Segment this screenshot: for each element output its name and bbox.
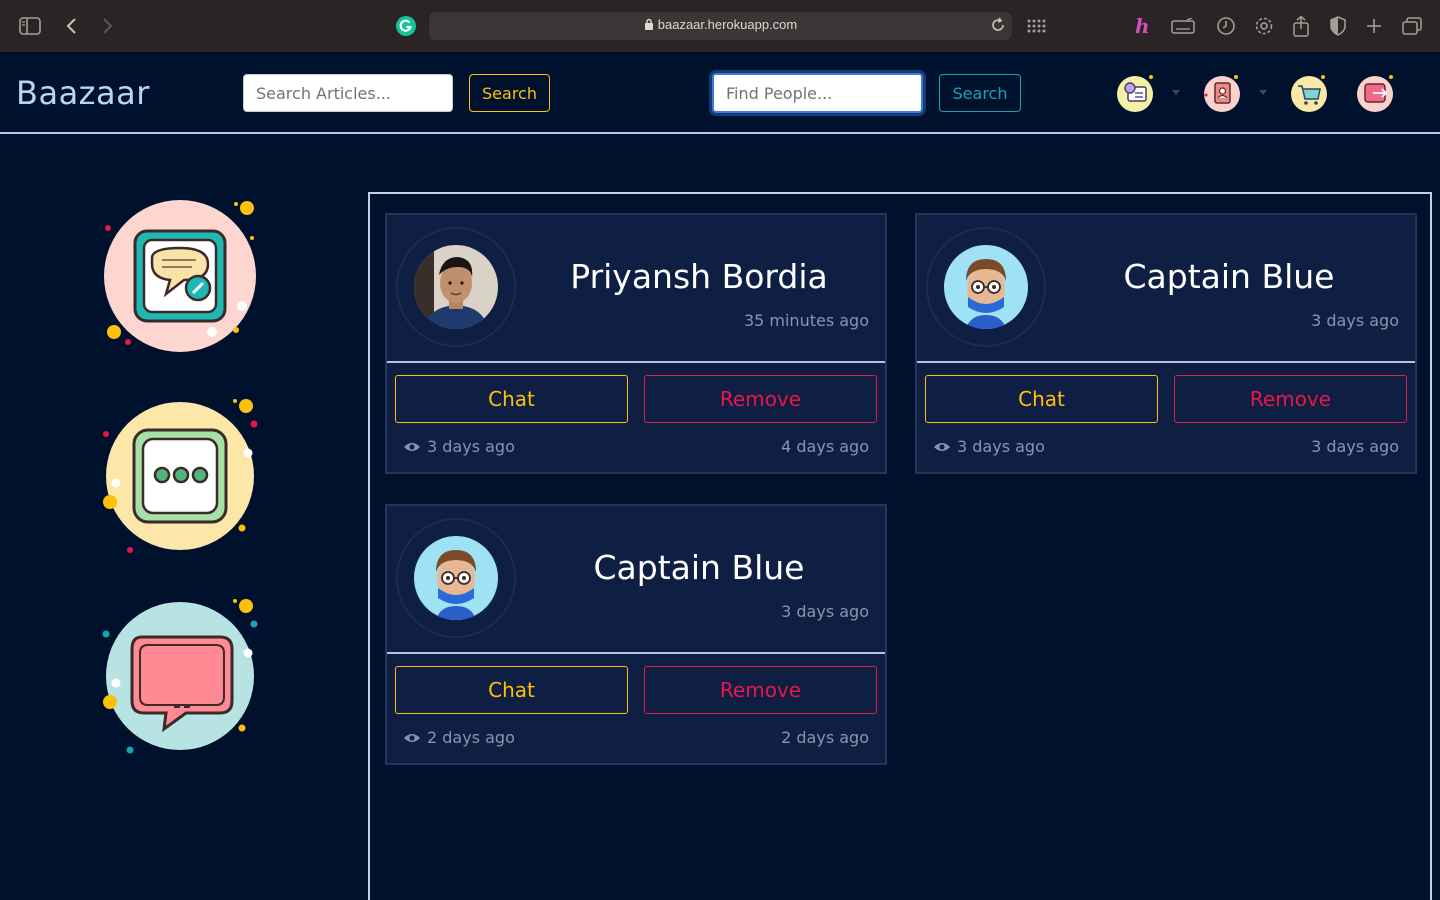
friends-since: 2 days ago: [781, 728, 869, 747]
new-message-icon[interactable]: [100, 196, 265, 356]
chat-button[interactable]: Chat: [925, 375, 1158, 423]
remove-button[interactable]: Remove: [644, 375, 877, 423]
avatar-ring: [926, 227, 1046, 347]
logout-icon[interactable]: [1355, 73, 1395, 113]
brand-logo[interactable]: Baazaar: [16, 74, 150, 112]
friend-card: Priyansh Bordia 35 minutes ago Chat Remo…: [385, 213, 887, 474]
browser-toolbar: baazaar.herokuapp.com h: [0, 0, 1440, 52]
contacts-dropdown-caret-icon[interactable]: [1259, 90, 1267, 95]
avatar[interactable]: [414, 536, 498, 620]
settings-dropdown-caret-icon[interactable]: [1172, 90, 1180, 95]
friend-name[interactable]: Captain Blue: [537, 548, 861, 587]
card-divider: [917, 361, 1415, 363]
tab-overview-icon[interactable]: [1400, 14, 1424, 38]
friends-container: Priyansh Bordia 35 minutes ago Chat Remo…: [368, 192, 1432, 900]
friend-card: Captain Blue 3 days ago Chat Remove 3 da…: [915, 213, 1417, 474]
friends-since: 3 days ago: [1311, 437, 1399, 456]
avatar-ring: [396, 227, 516, 347]
chat-bubble-icon[interactable]: [100, 597, 265, 757]
chat-button[interactable]: Chat: [395, 666, 628, 714]
avatar[interactable]: [944, 245, 1028, 329]
remove-button[interactable]: Remove: [644, 666, 877, 714]
search-articles-button[interactable]: Search: [469, 74, 550, 112]
friend-card: Captain Blue 3 days ago Chat Remove 2 da…: [385, 504, 887, 765]
shopping-cart-icon[interactable]: [1289, 73, 1329, 113]
address-bar[interactable]: baazaar.herokuapp.com: [429, 12, 1012, 40]
card-divider: [387, 652, 885, 654]
share-icon[interactable]: [1289, 14, 1313, 38]
back-icon[interactable]: [60, 14, 84, 38]
keyboard-icon[interactable]: [1171, 14, 1195, 38]
site-navbar: Baazaar Search Search: [0, 52, 1440, 134]
reload-icon[interactable]: [990, 16, 1006, 38]
forward-icon[interactable]: [95, 14, 119, 38]
eye-icon: [934, 442, 950, 451]
friends-since: 4 days ago: [781, 437, 869, 456]
last-seen-text: 3 days ago: [957, 437, 1045, 456]
last-seen: 3 days ago: [933, 437, 1045, 456]
honey-extension-icon[interactable]: h: [1130, 14, 1154, 38]
history-icon[interactable]: [1214, 14, 1238, 38]
search-articles-input[interactable]: [243, 74, 453, 112]
settings-gear-icon[interactable]: [1252, 14, 1276, 38]
find-people-input[interactable]: [712, 73, 923, 113]
avatar[interactable]: [414, 245, 498, 329]
lock-icon: [644, 18, 653, 30]
contacts-book-icon[interactable]: [1202, 73, 1242, 113]
typing-chat-icon[interactable]: [100, 397, 265, 557]
last-seen-text: 3 days ago: [427, 437, 515, 456]
avatar-ring: [396, 518, 516, 638]
friend-timestamp: 3 days ago: [781, 602, 869, 621]
last-seen: 2 days ago: [403, 728, 515, 747]
search-people-button[interactable]: Search: [939, 74, 1021, 112]
friend-timestamp: 3 days ago: [1311, 311, 1399, 330]
eye-icon: [404, 733, 420, 742]
remove-button[interactable]: Remove: [1174, 375, 1407, 423]
friend-name[interactable]: Priyansh Bordia: [537, 257, 861, 296]
last-seen: 3 days ago: [403, 437, 515, 456]
grammarly-extension-icon[interactable]: [394, 14, 418, 38]
privacy-shield-icon[interactable]: [1326, 14, 1350, 38]
friend-name[interactable]: Captain Blue: [1067, 257, 1391, 296]
card-divider: [387, 361, 885, 363]
settings-menu-icon[interactable]: [1115, 73, 1155, 113]
friend-timestamp: 35 minutes ago: [743, 311, 869, 330]
sidebar-toggle-icon[interactable]: [18, 14, 42, 38]
svg-text:h: h: [1135, 15, 1150, 37]
eye-icon: [404, 442, 420, 451]
apps-grid-icon[interactable]: [1024, 14, 1048, 38]
chat-button[interactable]: Chat: [395, 375, 628, 423]
last-seen-text: 2 days ago: [427, 728, 515, 747]
url-text: baazaar.herokuapp.com: [657, 17, 798, 32]
new-tab-icon[interactable]: [1362, 14, 1386, 38]
